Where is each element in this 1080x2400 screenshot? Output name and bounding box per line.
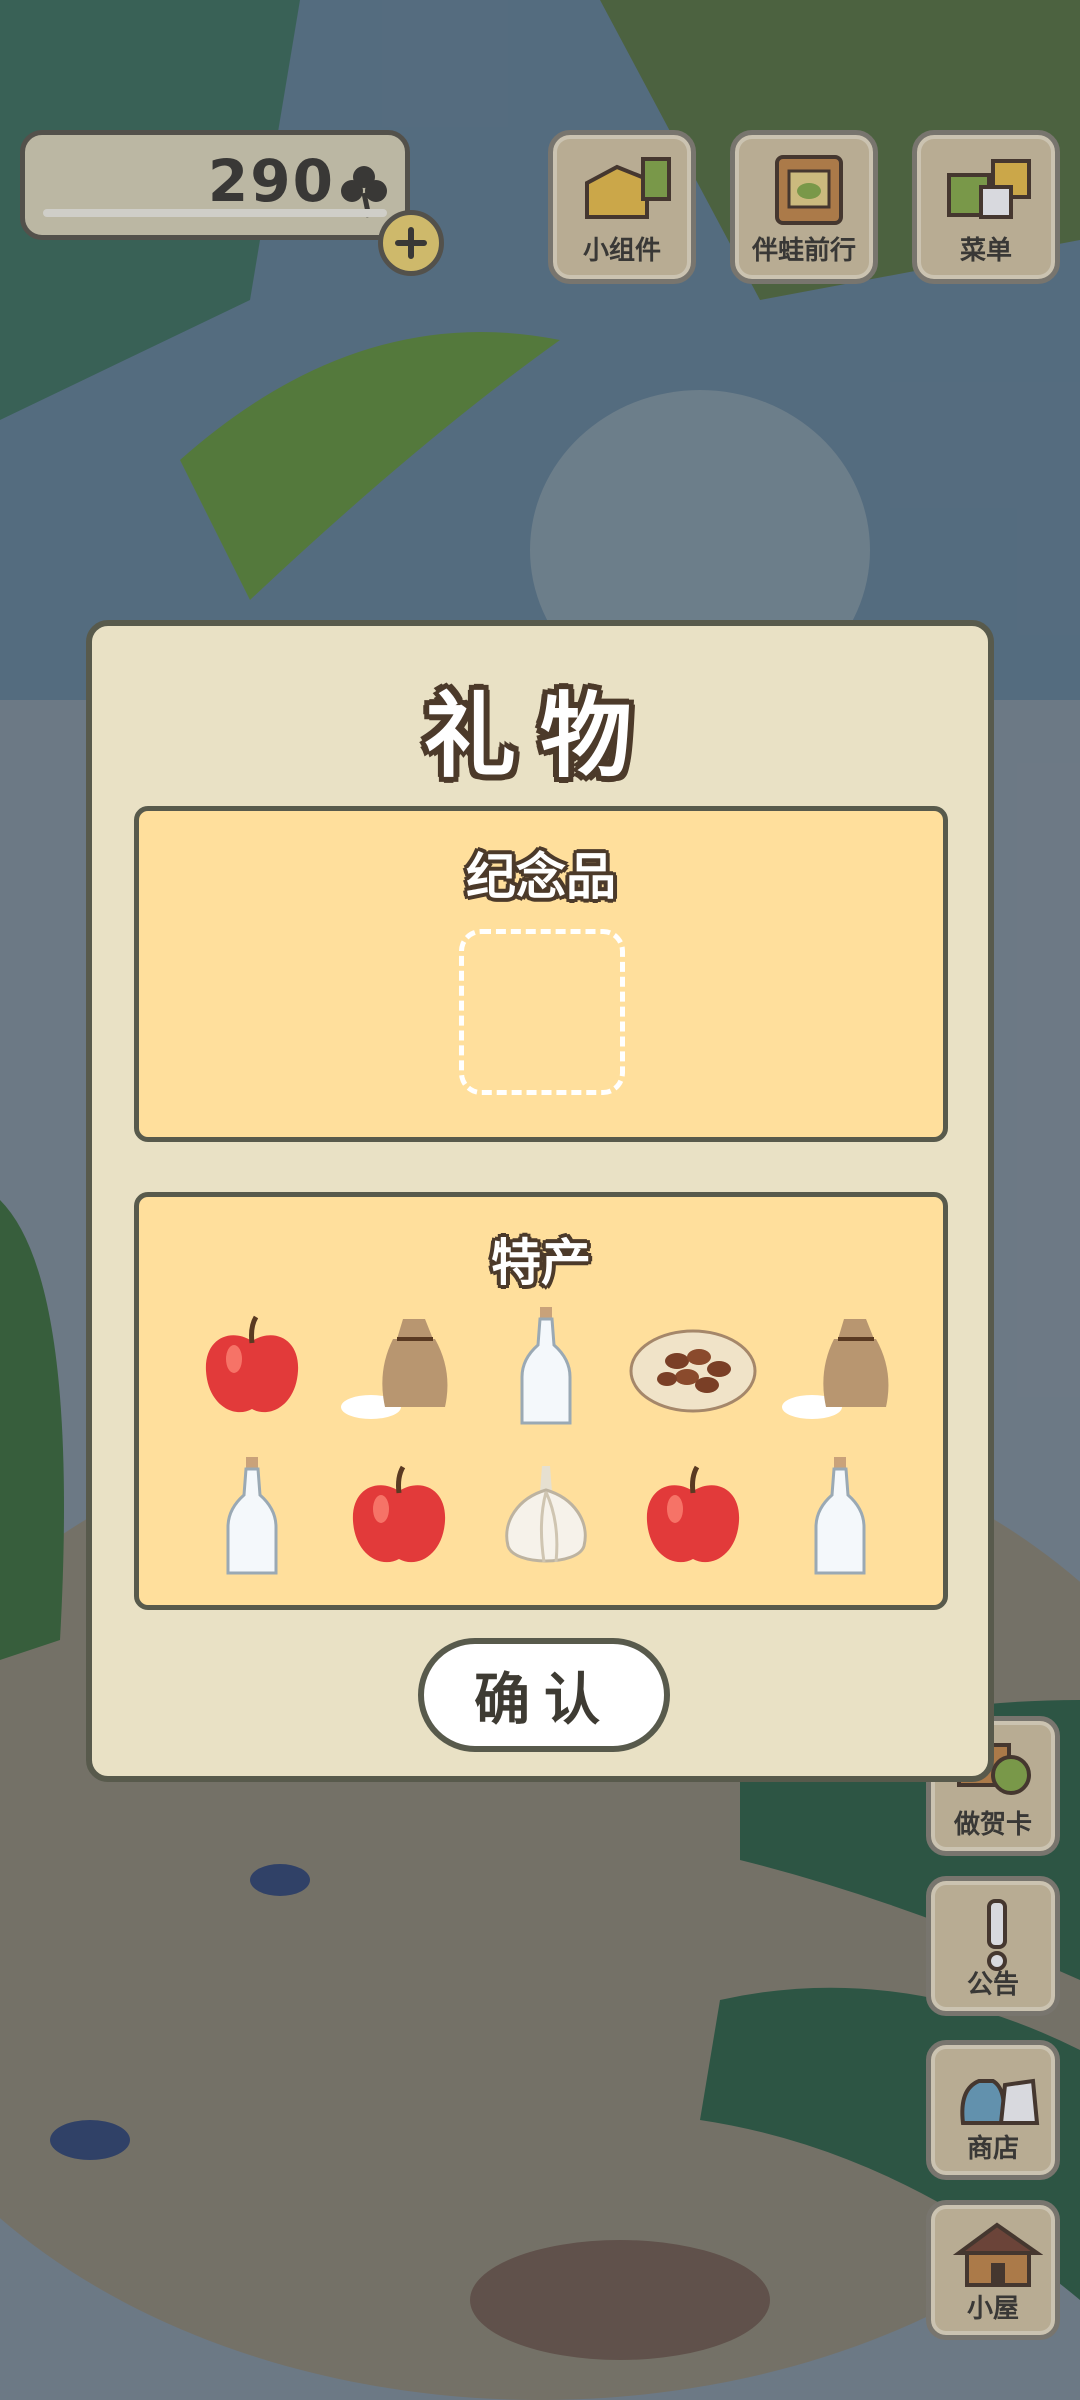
nuts-plate-icon xyxy=(629,1329,757,1413)
souvenir-title: 纪念品 xyxy=(466,848,616,906)
confirm-button[interactable]: 确认 xyxy=(418,1638,670,1752)
apple-icon xyxy=(206,1315,299,1413)
bottle-icon xyxy=(814,1457,866,1575)
souvenir-panel: 纪念品 xyxy=(134,806,948,1142)
specialty-item-bottle[interactable] xyxy=(766,1457,913,1577)
apple-icon xyxy=(353,1465,446,1563)
gift-dialog: 礼物 纪念品 特产 确认 xyxy=(86,620,994,1782)
bottle-icon xyxy=(520,1307,572,1425)
specialty-panel: 特产 xyxy=(134,1192,948,1610)
specialty-item-bottle[interactable] xyxy=(179,1457,326,1577)
apple-icon xyxy=(646,1465,739,1563)
specialty-grid xyxy=(179,1307,913,1577)
souvenir-empty-slot[interactable] xyxy=(459,929,625,1095)
specialty-item-nuts-plate[interactable] xyxy=(619,1307,766,1427)
specialty-item-garlic[interactable] xyxy=(473,1457,620,1577)
rice-bag-icon xyxy=(781,1319,889,1419)
rice-bag-icon xyxy=(341,1319,448,1419)
specialty-item-apple[interactable] xyxy=(326,1457,473,1577)
bottle-icon xyxy=(226,1457,278,1575)
specialty-item-apple[interactable] xyxy=(619,1457,766,1577)
specialty-title: 特产 xyxy=(491,1234,591,1292)
dialog-title: 礼物 xyxy=(423,683,656,790)
garlic-icon xyxy=(505,1466,587,1563)
specialty-item-rice-bag[interactable] xyxy=(326,1307,473,1427)
specialty-item-rice-bag[interactable] xyxy=(766,1307,913,1427)
specialty-item-apple[interactable] xyxy=(179,1307,326,1427)
specialty-item-bottle[interactable] xyxy=(473,1307,620,1427)
